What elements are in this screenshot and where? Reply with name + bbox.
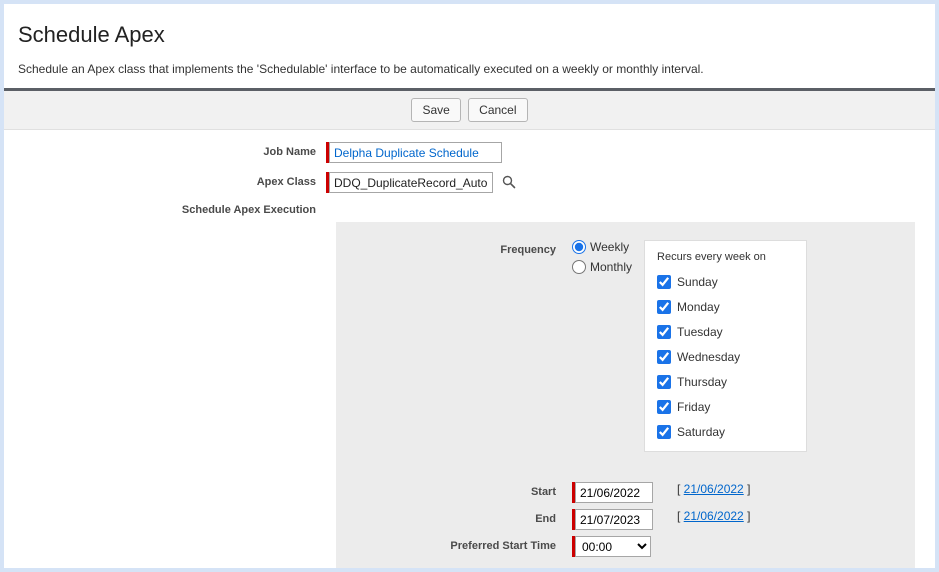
apex-class-label: Apex Class (4, 172, 326, 188)
schedule-execution-label: Schedule Apex Execution (4, 202, 326, 216)
day-wednesday-checkbox[interactable] (657, 350, 671, 364)
day-saturday-label: Saturday (677, 425, 725, 439)
day-monday-label: Monday (677, 300, 720, 314)
preferred-start-time-label: Preferred Start Time (354, 536, 572, 552)
frequency-weekly-option[interactable]: Weekly (572, 240, 632, 254)
day-wednesday-label: Wednesday (677, 350, 740, 364)
form-area: Job Name Apex Class (4, 130, 935, 568)
lookup-icon[interactable] (499, 172, 519, 192)
preferred-start-time-select[interactable]: 00:00 (575, 536, 651, 557)
frequency-monthly-radio[interactable] (572, 260, 586, 274)
day-tuesday-checkbox[interactable] (657, 325, 671, 339)
frequency-radios: Weekly Monthly (572, 240, 632, 280)
frequency-weekly-label: Weekly (590, 240, 629, 254)
recurs-box: Recurs every week on Sunday Monday Tuesd… (644, 240, 807, 452)
schedule-apex-page: Schedule Apex Schedule an Apex class tha… (4, 4, 935, 568)
save-button[interactable]: Save (411, 98, 460, 122)
day-saturday-checkbox[interactable] (657, 425, 671, 439)
page-title: Schedule Apex (18, 22, 921, 48)
start-date-label: Start (354, 482, 572, 498)
day-tuesday-label: Tuesday (677, 325, 723, 339)
start-date-input[interactable] (575, 482, 653, 503)
end-date-input[interactable] (575, 509, 653, 530)
day-sunday-label: Sunday (677, 275, 718, 289)
day-thursday-label: Thursday (677, 375, 727, 389)
day-sunday-option[interactable]: Sunday (657, 275, 766, 289)
button-bar: Save Cancel (4, 91, 935, 130)
end-date-hint: [ 21/06/2022 ] (677, 509, 750, 523)
frequency-weekly-radio[interactable] (572, 240, 586, 254)
schedule-panel: Frequency Weekly Monthly Recurs ever (336, 222, 915, 568)
apex-class-input[interactable] (329, 172, 493, 193)
day-monday-option[interactable]: Monday (657, 300, 766, 314)
day-tuesday-option[interactable]: Tuesday (657, 325, 766, 339)
cancel-button[interactable]: Cancel (468, 98, 527, 122)
day-monday-checkbox[interactable] (657, 300, 671, 314)
page-header: Schedule Apex Schedule an Apex class tha… (4, 4, 935, 88)
end-date-link[interactable]: 21/06/2022 (684, 509, 744, 523)
job-name-input[interactable] (329, 142, 502, 163)
start-date-hint: [ 21/06/2022 ] (677, 482, 750, 496)
day-sunday-checkbox[interactable] (657, 275, 671, 289)
day-friday-label: Friday (677, 400, 710, 414)
job-name-label: Job Name (4, 142, 326, 158)
start-date-link[interactable]: 21/06/2022 (684, 482, 744, 496)
day-thursday-option[interactable]: Thursday (657, 375, 766, 389)
day-thursday-checkbox[interactable] (657, 375, 671, 389)
day-friday-checkbox[interactable] (657, 400, 671, 414)
recurs-title: Recurs every week on (657, 251, 766, 263)
end-date-label: End (354, 509, 572, 525)
page-description: Schedule an Apex class that implements t… (18, 62, 921, 76)
day-wednesday-option[interactable]: Wednesday (657, 350, 766, 364)
day-friday-option[interactable]: Friday (657, 400, 766, 414)
frequency-label: Frequency (354, 240, 572, 256)
frequency-monthly-label: Monthly (590, 260, 632, 274)
frequency-monthly-option[interactable]: Monthly (572, 260, 632, 274)
day-saturday-option[interactable]: Saturday (657, 425, 766, 439)
